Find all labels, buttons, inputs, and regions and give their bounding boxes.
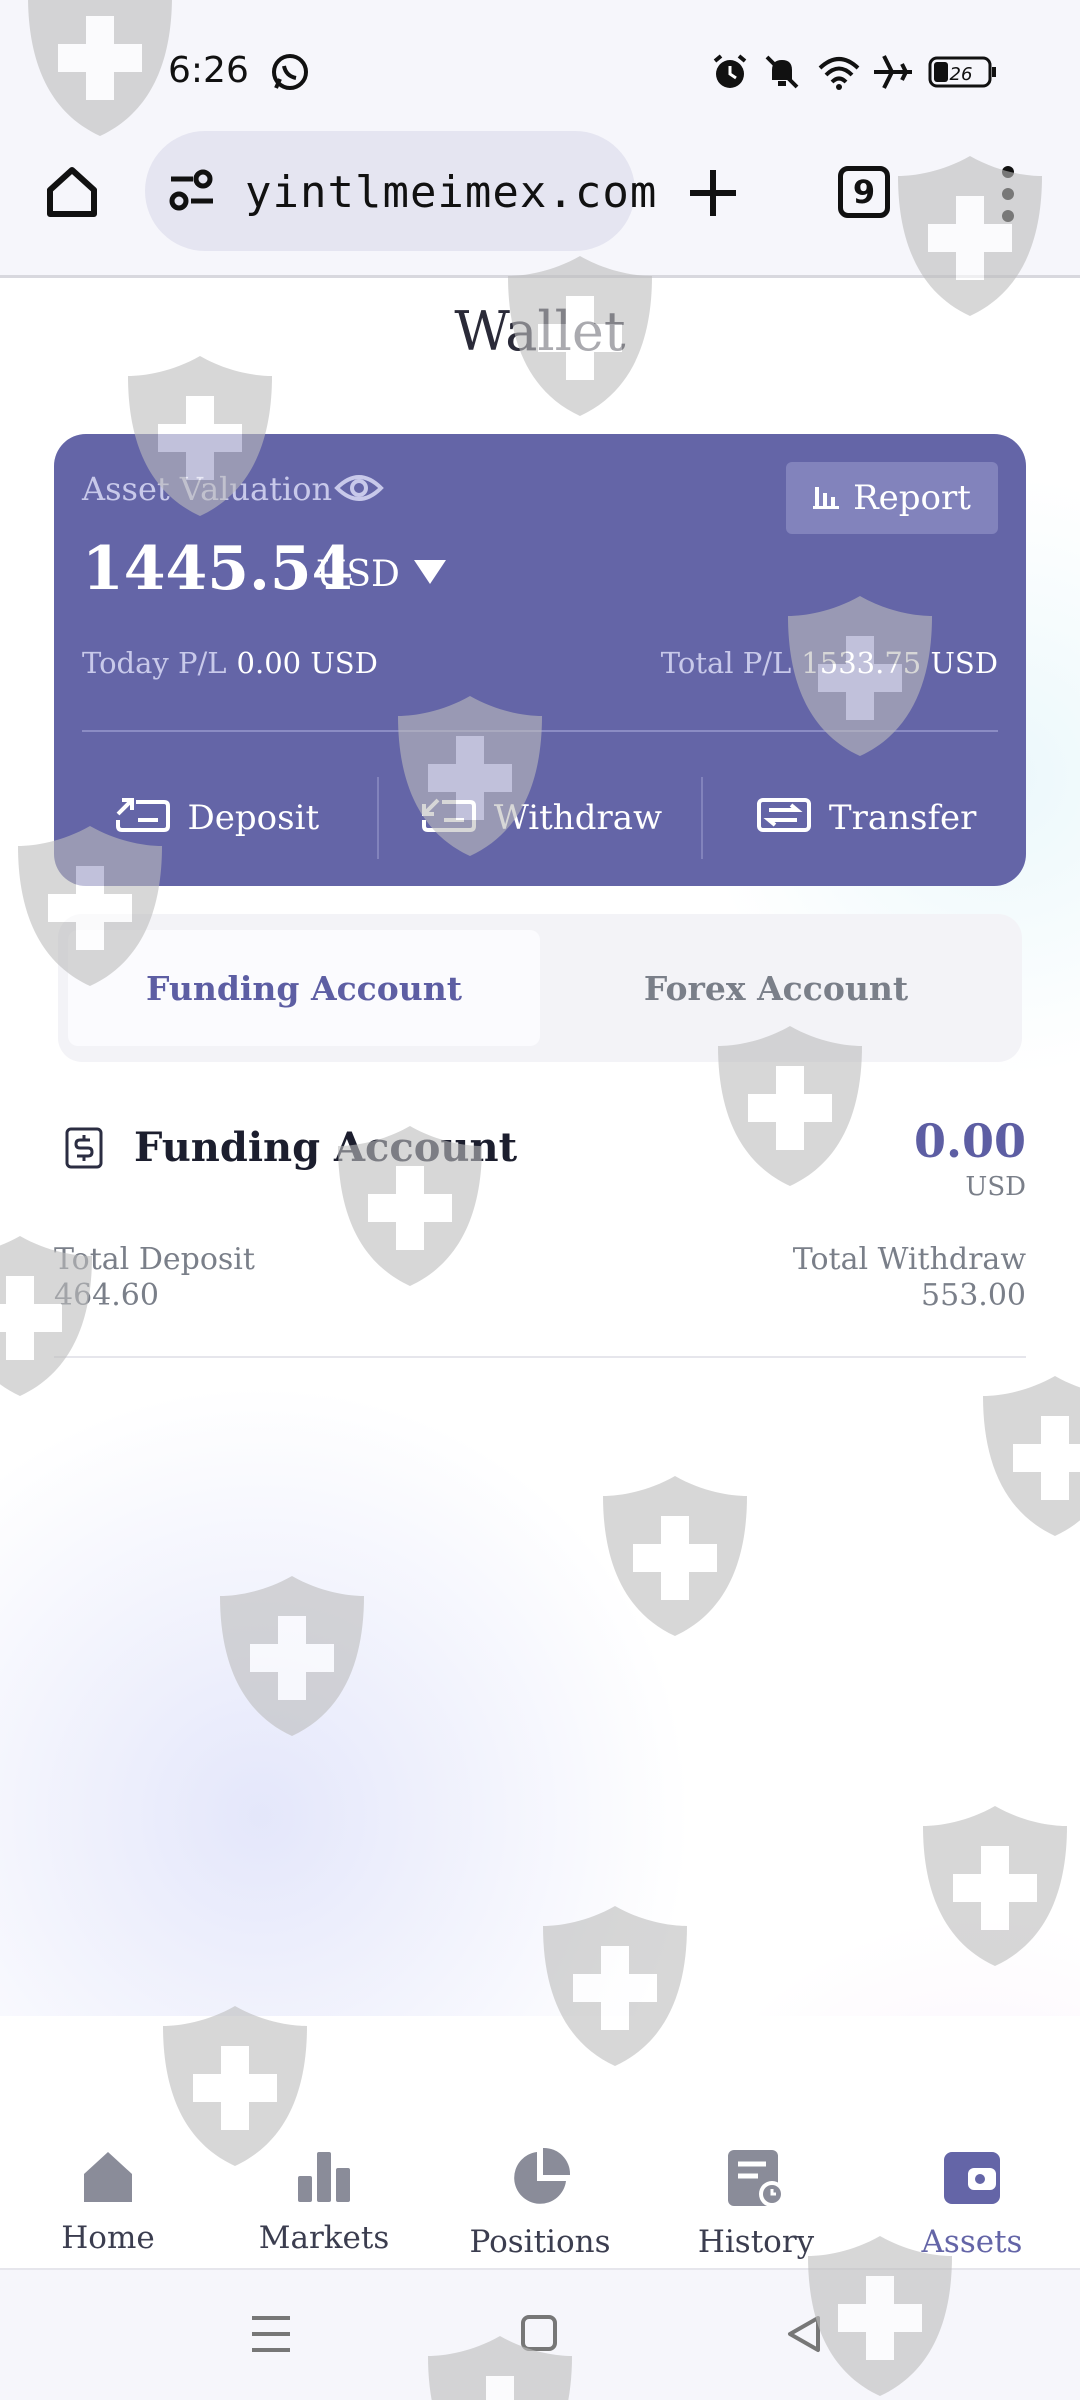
tabs-icon[interactable]: 9 [838,166,890,218]
today-pl-label: Today P/L [82,646,227,680]
url-text: yintlmeimex.com [245,167,658,218]
wallet-icon [940,2146,1004,2218]
wallet-actions: Deposit Withdraw Transfer [54,774,1026,862]
nav-markets-label: Markets [258,2220,390,2256]
whatsapp-icon [270,52,310,96]
home-nav-icon [78,2146,138,2214]
currency-selector[interactable]: USD [316,554,448,595]
bar-chart-icon [813,478,840,518]
withdraw-icon [418,796,478,841]
account-tabs: Funding Account Forex Account [58,914,1022,1062]
home-button-icon[interactable] [520,2314,558,2356]
total-deposit-value: 464.60 [54,1278,159,1313]
nav-home-label: Home [61,2220,155,2256]
nav-home[interactable]: Home [0,2120,216,2268]
menu-icon[interactable] [998,164,1018,228]
nav-assets[interactable]: Assets [864,2120,1080,2268]
airplane-icon [872,52,914,96]
tab-funding-account[interactable]: Funding Account [68,930,540,1046]
eye-icon[interactable] [334,468,384,512]
funding-amount: 0.00 [913,1114,1026,1168]
status-time: 6:26 [168,50,249,91]
deposit-button[interactable]: Deposit [54,796,377,841]
today-pl: Today P/L 0.00 USD [82,646,378,680]
section-divider [54,1356,1026,1358]
total-pl-label: Total P/L [660,646,792,680]
nav-positions-label: Positions [469,2224,611,2260]
today-pl-value: 0.00 USD [236,646,378,680]
recent-apps-icon[interactable] [250,2314,292,2358]
total-pl-value: 1533.75 USD [801,646,998,680]
battery-icon: 26 [928,54,998,94]
deposit-label: Deposit [187,798,320,838]
caret-down-icon [412,554,448,595]
alarm-icon [710,52,750,96]
nav-history[interactable]: History [648,2120,864,2268]
dollar-icon [64,1126,104,1174]
site-settings-icon[interactable] [167,167,217,217]
history-icon [724,2146,788,2218]
address-bar[interactable]: yintlmeimex.com [145,131,656,251]
status-bar: 6:26 26 [0,0,1080,140]
withdraw-label: Withdraw [493,798,663,838]
asset-valuation-label: Asset Valuation [82,470,333,508]
report-button[interactable]: Report [786,462,998,534]
tab-forex-account[interactable]: Forex Account [540,930,1012,1046]
transfer-label: Transfer [828,798,977,838]
card-divider [82,730,998,732]
wifi-icon [816,52,862,96]
total-withdraw-value: 553.00 [921,1278,1026,1313]
back-icon[interactable] [784,2314,824,2358]
total-pl: Total P/L 1533.75 USD [661,646,998,680]
transfer-button[interactable]: Transfer [703,796,1026,841]
new-tab-icon[interactable] [686,166,740,224]
battery-level: 26 [950,64,973,85]
browser-toolbar: yintlmeimex.com 9 [0,131,1080,278]
deposit-icon [112,796,172,841]
home-icon[interactable] [42,162,102,226]
pie-chart-icon [508,2146,572,2218]
markets-icon [294,2146,354,2214]
report-label: Report [853,478,971,518]
withdraw-button[interactable]: Withdraw [379,796,702,841]
bell-muted-icon [762,52,802,96]
funding-account-title: Funding Account [134,1124,518,1171]
currency-label: USD [316,554,400,595]
total-deposit-label: Total Deposit [54,1242,255,1277]
balance-value: 1445.54 [82,534,354,604]
nav-markets[interactable]: Markets [216,2120,432,2268]
wallet-card: Asset Valuation Report 1445.54 USD Today… [54,434,1026,886]
page-title: Wallet [454,300,626,363]
funding-unit: USD [965,1172,1026,1202]
total-withdraw-label: Total Withdraw [792,1242,1026,1277]
nav-history-label: History [697,2224,815,2260]
transfer-icon [753,796,813,841]
nav-positions[interactable]: Positions [432,2120,648,2268]
nav-assets-label: Assets [921,2224,1023,2260]
bottom-nav: Home Markets Positions History Assets [0,2120,1080,2270]
system-navigation-bar [0,2270,1080,2400]
